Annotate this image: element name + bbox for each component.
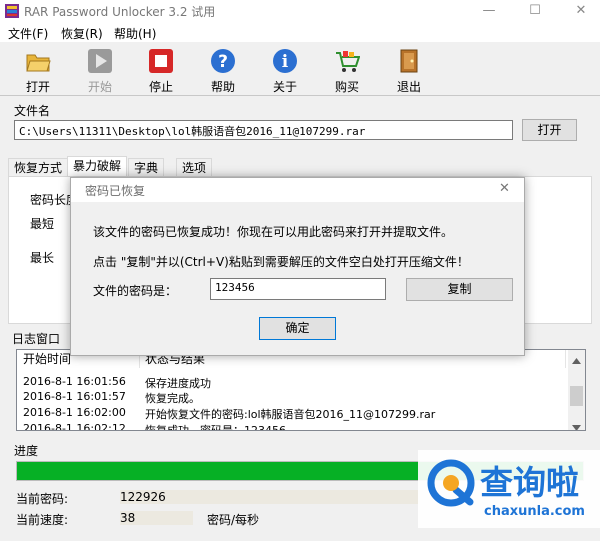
watermark-domain: chaxunla.com xyxy=(484,504,585,519)
info-icon: i xyxy=(272,48,298,74)
start-button[interactable]: 开始 xyxy=(75,48,125,95)
filename-label: 文件名 xyxy=(14,104,51,118)
menu-bar: 文件(F) 恢复(R) 帮助(H) xyxy=(0,22,600,42)
play-icon xyxy=(87,48,113,74)
svg-text:i: i xyxy=(282,52,289,72)
log-status: 恢复完成。 xyxy=(145,392,200,405)
speed-label: 当前速度: xyxy=(16,513,69,527)
scroll-down-icon[interactable] xyxy=(572,420,581,430)
log-time: 2016-8-1 16:02:00 xyxy=(23,406,126,419)
toolbar-divider xyxy=(0,95,600,96)
log-time: 2016-8-1 16:02:12 xyxy=(23,422,126,431)
log-scrollbar[interactable] xyxy=(568,350,585,430)
door-exit-icon xyxy=(396,48,422,74)
stop-button[interactable]: 停止 xyxy=(136,48,186,95)
menu-help[interactable]: 帮助(H) xyxy=(114,25,156,42)
open-file-button[interactable]: 打开 xyxy=(522,119,577,141)
window-title: RAR Password Unlocker 3.2 试用 xyxy=(24,5,216,19)
maximize-button[interactable]: ☐ xyxy=(518,0,552,22)
help-icon: ? xyxy=(210,48,236,74)
speed-value: 38 xyxy=(120,511,193,525)
buy-button[interactable]: 购买 xyxy=(322,48,372,95)
log-status: 开始恢复文件的密码:lol韩服语音包2016_11@107299.rar xyxy=(145,408,436,421)
max-length-label: 最长 xyxy=(30,251,55,265)
password-recovered-dialog: 密码已恢复 ✕ 该文件的密码已恢复成功！你现在可以用此密码来打开并提取文件。 点… xyxy=(70,177,525,356)
copy-button[interactable]: 复制 xyxy=(406,278,513,301)
app-icon xyxy=(5,4,19,18)
minimize-button[interactable]: — xyxy=(472,0,506,22)
tab-dictionary[interactable]: 字典 xyxy=(128,158,165,177)
ok-button[interactable]: 确定 xyxy=(259,317,336,340)
progress-label: 进度 xyxy=(14,444,39,458)
dialog-title-bar: 密码已恢复 ✕ xyxy=(71,178,524,202)
open-button[interactable]: 打开 xyxy=(13,48,63,95)
svg-text:?: ? xyxy=(218,52,228,72)
current-password-value: 122926 xyxy=(120,490,420,504)
recovered-password-field[interactable]: 123456 xyxy=(210,278,386,300)
log-status: 恢复成功，密码是：123456 xyxy=(145,424,286,431)
tab-options[interactable]: 选项 xyxy=(176,158,213,177)
filename-input[interactable]: C:\Users\11311\Desktop\lol韩服语音包2016_11@1… xyxy=(14,120,513,140)
exit-button[interactable]: 退出 xyxy=(384,48,434,95)
scroll-thumb[interactable] xyxy=(570,386,583,406)
toolbar: 打开 开始 停止 ? 帮助 i 关于 购买 退出 xyxy=(0,42,600,94)
min-length-label: 最短 xyxy=(30,217,55,231)
tab-recovery-mode[interactable]: 恢复方式 xyxy=(8,158,69,177)
log-status: 保存进度成功 xyxy=(145,377,211,390)
menu-recover[interactable]: 恢复(R) xyxy=(61,25,103,42)
dialog-message-1: 该文件的密码已恢复成功！你现在可以用此密码来打开并提取文件。 xyxy=(93,225,454,239)
watermark-logo-icon xyxy=(426,458,476,511)
log-time: 2016-8-1 16:01:57 xyxy=(23,390,126,403)
log-list[interactable]: 开始时间 状态与结果 2016-8-1 16:01:56 保存进度成功 2016… xyxy=(16,349,586,431)
cart-icon xyxy=(334,48,361,74)
log-time: 2016-8-1 16:01:56 xyxy=(23,375,126,388)
dialog-close-button[interactable]: ✕ xyxy=(499,181,510,196)
watermark-brand: 查询啦 xyxy=(480,463,579,502)
dialog-message-2: 点击 "复制"并以(Ctrl+V)粘贴到需要解压的文件空白处打开压缩文件！ xyxy=(93,255,469,269)
log-label: 日志窗口 xyxy=(12,332,61,346)
speed-unit: 密码/每秒 xyxy=(207,513,260,527)
watermark: 查询啦 chaxunla.com xyxy=(418,450,600,528)
help-button[interactable]: ? 帮助 xyxy=(198,48,248,95)
scroll-up-icon[interactable] xyxy=(572,353,581,367)
dialog-password-label: 文件的密码是： xyxy=(93,284,178,298)
about-button[interactable]: i 关于 xyxy=(260,48,310,95)
menu-file[interactable]: 文件(F) xyxy=(8,25,48,42)
tab-brute-force[interactable]: 暴力破解 xyxy=(67,156,128,177)
close-window-button[interactable]: ✕ xyxy=(564,0,598,22)
current-password-label: 当前密码: xyxy=(16,492,69,506)
stop-icon xyxy=(148,48,174,74)
dialog-title: 密码已恢复 xyxy=(85,184,146,198)
folder-open-icon xyxy=(25,48,51,74)
title-bar: RAR Password Unlocker 3.2 试用 — ☐ ✕ xyxy=(0,0,600,22)
